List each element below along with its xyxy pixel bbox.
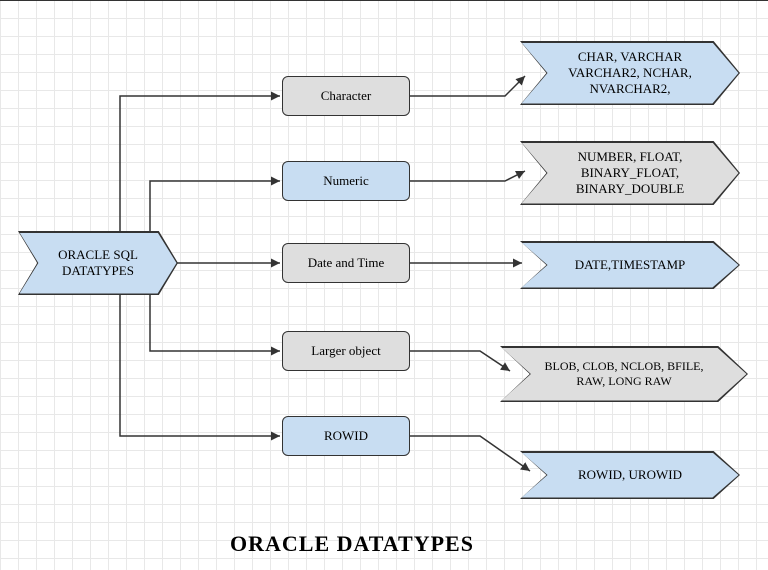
category-largeobject: Larger object — [282, 331, 410, 371]
category-character: Character — [282, 76, 410, 116]
root-label: ORACLE SQL DATATYPES — [20, 233, 177, 294]
types-numeric: NUMBER, FLOAT, BINARY_FLOAT, BINARY_DOUB… — [520, 141, 740, 205]
category-numeric: Numeric — [282, 161, 410, 201]
types-label: CHAR, VARCHAR VARCHAR2, NCHAR, NVARCHAR2… — [522, 43, 739, 104]
types-datetime: DATE,TIMESTAMP — [520, 241, 740, 289]
types-character: CHAR, VARCHAR VARCHAR2, NCHAR, NVARCHAR2… — [520, 41, 740, 105]
category-label: ROWID — [324, 428, 368, 444]
types-label: BLOB, CLOB, NCLOB, BFILE, RAW, LONG RAW — [502, 348, 747, 401]
root-node: ORACLE SQL DATATYPES — [18, 231, 178, 295]
category-label: Numeric — [323, 173, 368, 189]
types-rowid: ROWID, UROWID — [520, 451, 740, 499]
types-label: NUMBER, FLOAT, BINARY_FLOAT, BINARY_DOUB… — [522, 143, 739, 204]
category-label: Character — [321, 88, 372, 104]
category-rowid: ROWID — [282, 416, 410, 456]
diagram-title: ORACLE DATATYPES — [230, 531, 474, 557]
category-label: Date and Time — [308, 255, 385, 271]
types-label: DATE,TIMESTAMP — [522, 243, 739, 288]
category-datetime: Date and Time — [282, 243, 410, 283]
types-largeobject: BLOB, CLOB, NCLOB, BFILE, RAW, LONG RAW — [500, 346, 748, 402]
category-label: Larger object — [311, 343, 380, 359]
types-label: ROWID, UROWID — [522, 453, 739, 498]
